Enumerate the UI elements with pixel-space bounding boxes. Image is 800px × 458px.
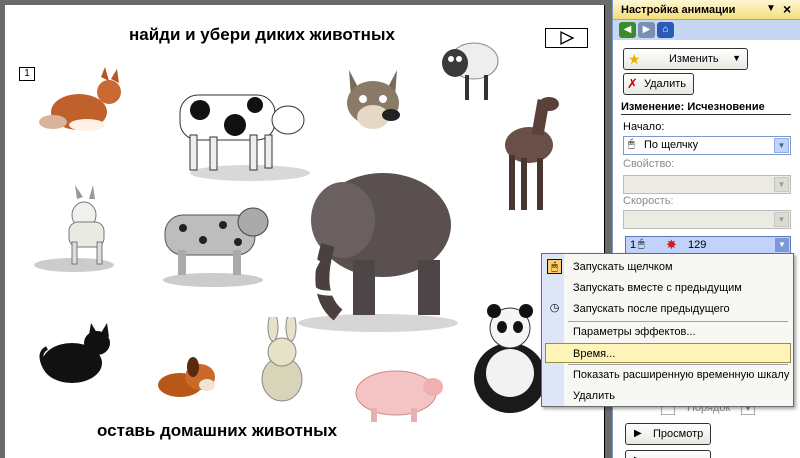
play-triangle-icon[interactable] bbox=[545, 28, 588, 48]
exit-effect-icon: ✸ bbox=[666, 237, 677, 252]
dog-image[interactable] bbox=[155, 355, 220, 410]
change-effect-button[interactable]: ★ Изменить ▼ bbox=[623, 48, 748, 70]
goat-image[interactable] bbox=[19, 177, 119, 277]
start-dropdown[interactable]: 🖱 По щелчку ▼ bbox=[623, 136, 791, 155]
horse-image[interactable] bbox=[491, 90, 561, 225]
menu-item-remove[interactable]: Удалить bbox=[543, 386, 793, 406]
menu-item-show-advanced-timeline[interactable]: Показать расширенную временную шкалу bbox=[543, 365, 793, 385]
pane-menu-dropdown-icon[interactable]: ▼ bbox=[766, 3, 776, 14]
leopard-image[interactable] bbox=[153, 200, 278, 290]
slide-canvas[interactable]: найди и убери диких животных оставь дома… bbox=[5, 5, 605, 458]
menu-item-timing[interactable]: Время... bbox=[545, 343, 791, 363]
speed-dropdown: ▼ bbox=[623, 210, 791, 229]
chevron-down-icon: ▼ bbox=[774, 177, 789, 192]
clock-icon: ◷ bbox=[549, 302, 560, 314]
menu-item-start-on-click[interactable]: 🖱 Запускать щелчком bbox=[543, 257, 793, 277]
star-icon: ★ bbox=[628, 51, 641, 67]
menu-item-start-with-previous[interactable]: Запускать вместе с предыдущим bbox=[543, 278, 793, 298]
preview-button[interactable]: ▶ Просмотр bbox=[625, 423, 711, 445]
slide-title-top: найди и убери диких животных bbox=[129, 25, 395, 44]
section-title: Изменение: Исчезновение bbox=[621, 101, 765, 113]
delete-effect-button[interactable]: ✗ Удалить bbox=[623, 73, 694, 95]
mouse-icon: 🖱 bbox=[628, 138, 635, 150]
panda-image[interactable] bbox=[470, 303, 550, 418]
mammoth-image[interactable] bbox=[283, 165, 468, 335]
pane-header: Настройка анимации ▼ × bbox=[613, 0, 800, 20]
forward-icon[interactable]: ▶ bbox=[638, 22, 655, 38]
menu-item-effect-options[interactable]: Параметры эффектов... bbox=[543, 322, 793, 342]
fox-image[interactable] bbox=[39, 67, 129, 139]
property-dropdown: ▼ bbox=[623, 175, 791, 194]
start-label: Начало: bbox=[623, 121, 665, 133]
menu-item-start-after-previous[interactable]: ◷ Запускать после предыдущего bbox=[543, 299, 793, 319]
play-icon: ▶ bbox=[634, 428, 642, 439]
back-icon[interactable]: ◀ bbox=[619, 22, 636, 38]
chevron-down-icon: ▼ bbox=[732, 53, 741, 63]
chevron-down-icon: ▼ bbox=[774, 138, 789, 153]
mouse-icon: 🖱 bbox=[547, 259, 562, 274]
section-divider bbox=[621, 114, 791, 115]
delete-icon: ✗ bbox=[627, 76, 638, 91]
slide-title-bottom: оставь домашних животных bbox=[97, 421, 338, 440]
mouse-icon: 🖱 bbox=[638, 238, 645, 250]
slideshow-button[interactable]: ▶ bbox=[625, 450, 711, 458]
cat-image[interactable] bbox=[37, 323, 119, 388]
hare-image[interactable] bbox=[258, 317, 313, 407]
pane-navigation: ◀ ▶ ⌂ bbox=[613, 20, 800, 40]
wolf-image[interactable] bbox=[339, 65, 409, 140]
pig-image[interactable] bbox=[351, 363, 451, 425]
pane-title: Настройка анимации bbox=[621, 4, 736, 16]
chevron-down-icon: ▼ bbox=[774, 212, 789, 227]
speed-label: Скорость: bbox=[623, 195, 674, 207]
animation-list-item[interactable]: 1 🖱 ✸ 129 ▼ bbox=[625, 236, 791, 254]
context-menu: 🖱 Запускать щелчком Запускать вместе с п… bbox=[541, 253, 794, 407]
close-icon[interactable]: × bbox=[783, 1, 791, 17]
chevron-down-icon[interactable]: ▼ bbox=[775, 238, 789, 252]
home-icon[interactable]: ⌂ bbox=[657, 22, 674, 38]
animation-tag[interactable]: 1 bbox=[19, 67, 35, 81]
slide-editor-area: найди и убери диких животных оставь дома… bbox=[0, 0, 612, 458]
property-label: Свойство: bbox=[623, 158, 675, 170]
